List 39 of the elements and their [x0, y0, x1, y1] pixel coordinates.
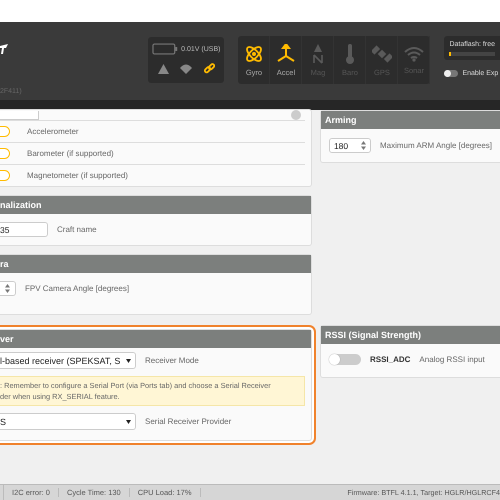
craft-name-field[interactable]: 35	[0, 222, 48, 237]
atom-icon	[244, 44, 264, 64]
logo-icon	[0, 44, 8, 54]
input-field[interactable]	[0, 110, 39, 120]
panel-title: nalization	[0, 200, 42, 210]
rssi-name: RSSI_ADC	[370, 355, 410, 364]
camera-angle-field[interactable]	[0, 281, 16, 296]
receiver-provider-select[interactable]: S	[0, 413, 136, 430]
toggle-label: Accelerometer	[27, 127, 79, 136]
arm-angle-field[interactable]: 180	[328, 138, 371, 153]
field-label: Receiver Mode	[145, 356, 199, 365]
spinner-icon[interactable]	[5, 284, 10, 293]
rssi-toggle[interactable]	[328, 354, 361, 365]
toggle-switch[interactable]	[0, 170, 10, 181]
spinner-icon[interactable]	[360, 141, 366, 150]
toggle-label: Magnetometer (if supported)	[27, 171, 128, 180]
field-label: Maximum ARM Angle [degrees]	[380, 141, 492, 150]
panel-title: ver	[0, 334, 14, 344]
panel-title: Arming	[324, 115, 356, 125]
satellite-icon	[372, 44, 392, 64]
panel-title: ra	[0, 259, 9, 269]
receiver-mode-select[interactable]: l-based receiver (SPEKSAT, S	[0, 352, 136, 369]
help-icon[interactable]	[290, 110, 301, 120]
field-label: Serial Receiver Provider	[145, 417, 232, 426]
caret-icon	[126, 358, 131, 362]
waves-icon	[404, 46, 424, 62]
field-label: FPV Camera Angle [degrees]	[25, 284, 130, 293]
panel-title: RSSI (Signal Strength)	[324, 330, 421, 340]
rssi-description: Analog RSSI input	[419, 355, 485, 364]
toggle-switch[interactable]	[0, 126, 10, 137]
field-label: Craft name	[57, 225, 97, 234]
caret-icon	[126, 420, 131, 424]
toggle-label: Barometer (if supported)	[27, 149, 114, 158]
battery-icon	[152, 43, 178, 55]
thermometer-icon	[344, 44, 355, 64]
toggle-switch[interactable]	[0, 148, 10, 159]
expert-mode-toggle[interactable]	[444, 70, 458, 77]
compass-icon	[310, 44, 325, 64]
axes-icon	[276, 44, 296, 64]
